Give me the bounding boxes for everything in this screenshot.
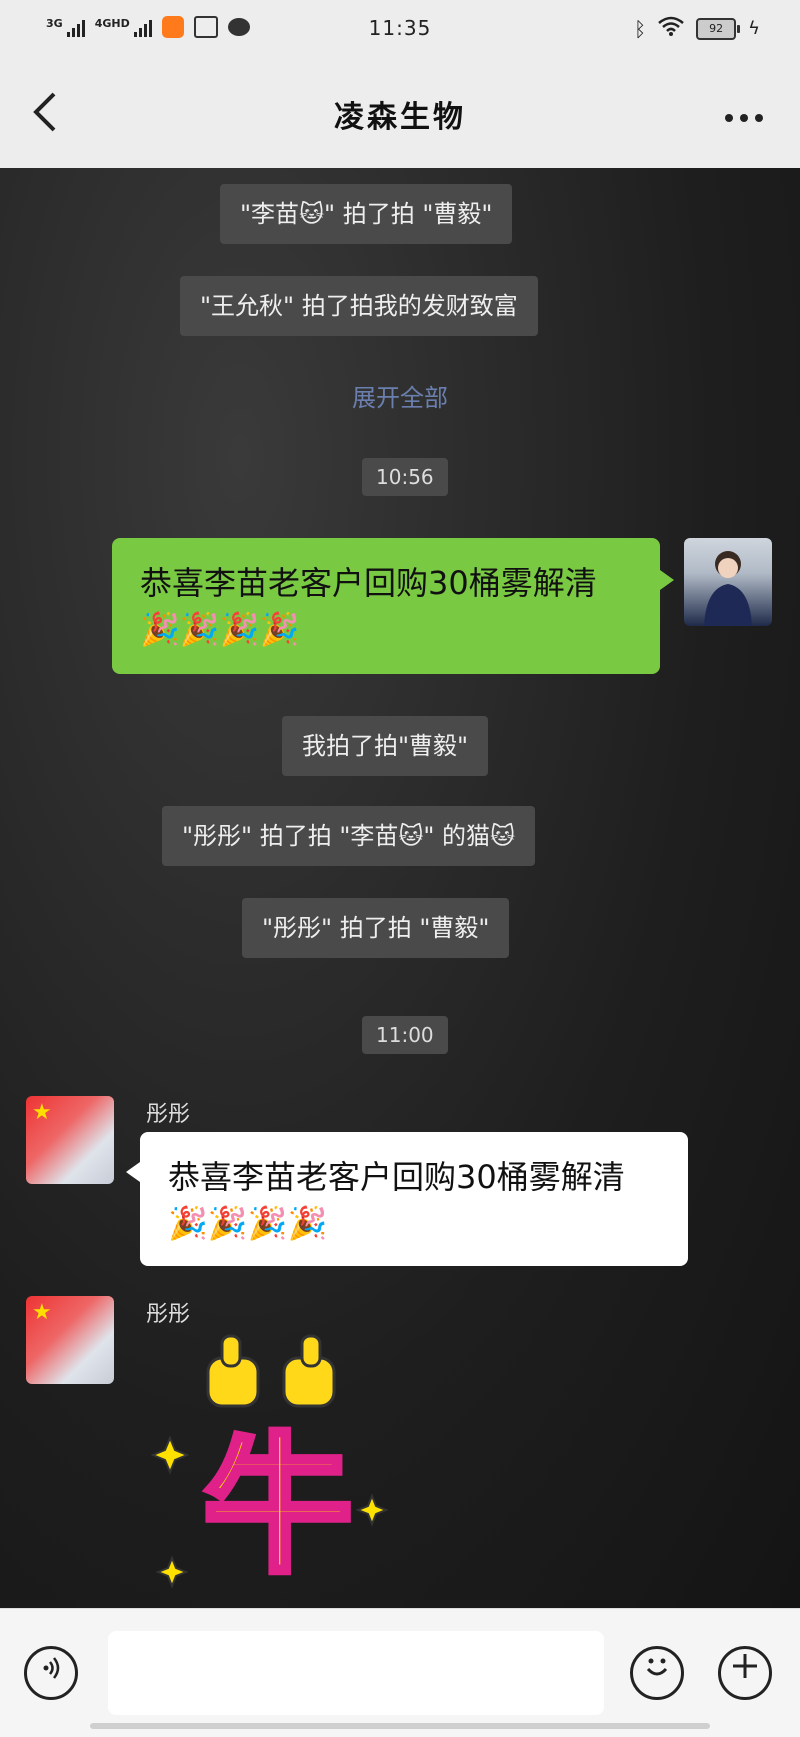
timestamp: 11:00 <box>362 1016 448 1054</box>
wifi-icon <box>658 16 684 41</box>
avatar[interactable]: ★ <box>26 1096 114 1184</box>
person-icon <box>704 551 752 626</box>
system-message: 我拍了拍"曹毅" <box>282 716 489 776</box>
avatar[interactable] <box>684 538 772 626</box>
home-indicator <box>90 1723 710 1729</box>
system-message: "彤彤" 拍了拍 "李苗🐱" 的猫🐱 <box>162 806 536 866</box>
avatar[interactable]: ★ <box>26 1296 114 1384</box>
chat-header: 凌森生物 <box>0 60 800 168</box>
thumbs-up-icon <box>282 1334 336 1408</box>
status-right: ᛒ 92 ϟ <box>634 16 760 41</box>
emoji-button[interactable] <box>630 1646 684 1700</box>
voice-button[interactable] <box>24 1646 78 1700</box>
more-options-button[interactable] <box>724 94 764 132</box>
thumbs-up-icon <box>206 1334 260 1408</box>
system-message: "彤彤" 拍了拍 "曹毅" <box>242 898 510 958</box>
more-icon <box>725 114 763 122</box>
sender-name: 彤彤 <box>146 1302 191 1327</box>
star-icon: ★ <box>32 1100 52 1125</box>
emoji-icon <box>646 1658 668 1676</box>
plus-icon <box>733 1654 757 1678</box>
charging-icon: ϟ <box>748 18 760 39</box>
chat-title: 凌森生物 <box>334 100 466 135</box>
chat-area[interactable]: "李苗🐱" 拍了拍 "曹毅" "王允秋" 拍了拍我的发财致富 展开全部 10:5… <box>0 168 800 1608</box>
system-message: "李苗🐱" 拍了拍 "曹毅" <box>220 184 513 244</box>
sticker[interactable]: 牛 <box>150 1328 400 1608</box>
timestamp: 10:56 <box>362 458 448 496</box>
input-bar <box>0 1608 800 1737</box>
sticker-text: 牛 <box>203 1420 353 1594</box>
expand-all-link[interactable]: 展开全部 <box>0 378 800 413</box>
battery-icon: 92 <box>696 17 741 40</box>
add-button[interactable] <box>718 1646 772 1700</box>
bluetooth-icon: ᛒ <box>634 16 647 41</box>
outgoing-message[interactable]: 恭喜李苗老客户回购30桶雾解清🎉🎉🎉🎉 <box>112 538 674 674</box>
message-input[interactable] <box>108 1631 604 1715</box>
sender-name: 彤彤 <box>146 1102 191 1127</box>
status-bar: 3G 4GHD 11:35 ᛒ 92 ϟ <box>0 0 800 60</box>
incoming-message[interactable]: 恭喜李苗老客户回购30桶雾解清🎉🎉🎉🎉 <box>126 1132 688 1266</box>
voice-icon <box>43 1657 60 1679</box>
system-message: "王允秋" 拍了拍我的发财致富 <box>180 276 538 336</box>
star-icon: ★ <box>32 1300 52 1325</box>
